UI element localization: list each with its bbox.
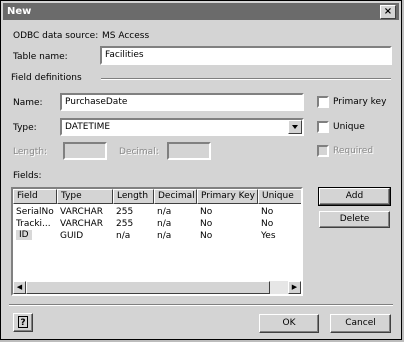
- fields-list[interactable]: Field Type Length Decimal Primary Key Un…: [11, 187, 303, 296]
- close-icon[interactable]: ×: [380, 5, 396, 19]
- table-name-value: Facilities: [105, 50, 144, 60]
- name-input[interactable]: PurchaseDate: [60, 93, 304, 111]
- cell-type: GUID: [60, 231, 84, 241]
- required-label: Required: [333, 146, 374, 156]
- type-select[interactable]: DATETIME: [60, 118, 304, 136]
- help-icon[interactable]: ?: [13, 313, 33, 332]
- length-input[interactable]: [63, 142, 107, 160]
- name-label: Name:: [13, 98, 43, 108]
- add-button[interactable]: Add: [318, 187, 391, 206]
- chevron-down-icon[interactable]: [288, 120, 302, 134]
- cell-length: 255: [116, 219, 134, 229]
- primary-key-label: Primary key: [333, 97, 387, 107]
- cell-primary-key: No: [200, 219, 213, 229]
- primary-key-checkbox[interactable]: [317, 96, 329, 108]
- length-label: Length:: [13, 147, 48, 157]
- group-divider: [101, 78, 391, 80]
- column-header-length[interactable]: Length: [113, 189, 154, 204]
- cell-primary-key: No: [200, 231, 213, 241]
- column-header-unique[interactable]: Unique: [258, 189, 301, 204]
- odbc-source-value: MS Access: [102, 31, 150, 41]
- column-header-type[interactable]: Type: [57, 189, 113, 204]
- decimal-label: Decimal:: [119, 147, 159, 157]
- cell-decimal: n/a: [157, 231, 172, 241]
- window-title: New: [7, 6, 32, 17]
- cell-unique: No: [261, 207, 274, 217]
- horizontal-scrollbar[interactable]: ◀ ▶: [13, 281, 301, 294]
- scroll-right-icon[interactable]: ▶: [288, 281, 301, 294]
- cell-field: Tracki...: [16, 219, 51, 229]
- cell-type: VARCHAR: [60, 219, 104, 229]
- required-checkbox[interactable]: [317, 145, 329, 157]
- cell-primary-key: No: [200, 207, 213, 217]
- cell-length: n/a: [116, 231, 131, 241]
- cell-field: SerialNo: [16, 207, 54, 217]
- cell-length: 255: [116, 207, 134, 217]
- column-header-field[interactable]: Field: [13, 189, 57, 204]
- odbc-source-label: ODBC data source:: [13, 31, 99, 41]
- help-glyph: ?: [18, 316, 28, 328]
- table-name-input[interactable]: Facilities: [100, 46, 392, 65]
- cell-unique: Yes: [261, 231, 276, 241]
- unique-label: Unique: [333, 122, 365, 132]
- name-value: PurchaseDate: [65, 97, 128, 107]
- cell-unique: No: [261, 219, 274, 229]
- scroll-thumb[interactable]: [26, 281, 270, 294]
- title-bar: New ×: [3, 3, 399, 20]
- table-name-label: Table name:: [13, 52, 68, 62]
- new-dialog: New × ODBC data source: MS Access Table …: [0, 0, 402, 340]
- column-header-decimal[interactable]: Decimal: [154, 189, 197, 204]
- decimal-input[interactable]: [167, 142, 211, 160]
- type-label: Type:: [13, 123, 37, 133]
- cell-field: ID: [16, 230, 32, 240]
- cancel-button[interactable]: Cancel: [330, 314, 391, 333]
- column-header-primary-key[interactable]: Primary Key: [197, 189, 258, 204]
- unique-checkbox[interactable]: [317, 121, 329, 133]
- delete-button[interactable]: Delete: [319, 211, 390, 228]
- field-definitions-label: Field definitions: [11, 73, 82, 83]
- scroll-left-icon[interactable]: ◀: [13, 281, 26, 294]
- fields-label: Fields:: [13, 171, 42, 181]
- bottom-divider: [9, 304, 393, 306]
- ok-button[interactable]: OK: [259, 314, 319, 333]
- cell-decimal: n/a: [157, 207, 172, 217]
- cell-decimal: n/a: [157, 219, 172, 229]
- cell-type: VARCHAR: [60, 207, 104, 217]
- type-value: DATETIME: [65, 122, 111, 132]
